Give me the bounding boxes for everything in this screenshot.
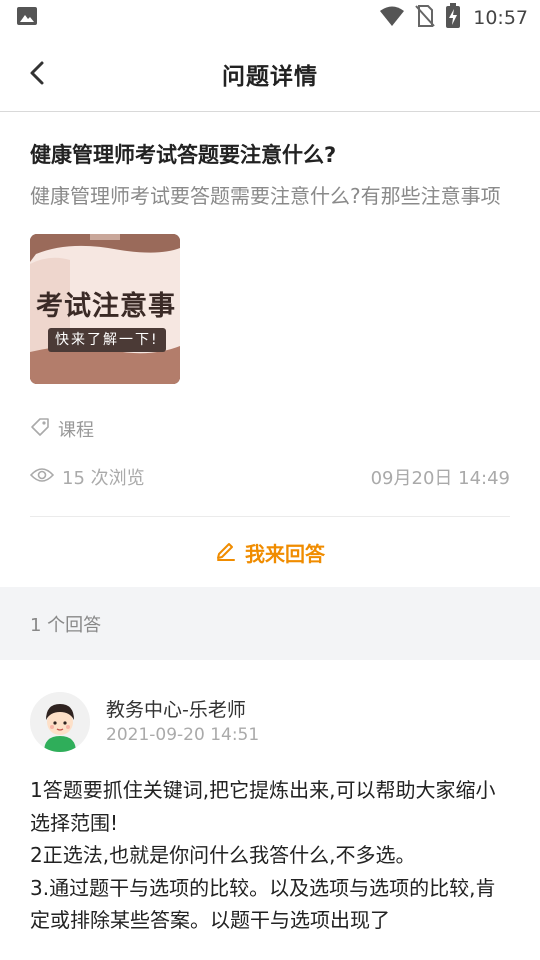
- question-detail-page: 10:57 问题详情 健康管理师考试答题要注意什么? 健康管理师考试要答题需要注…: [0, 0, 540, 960]
- answer-item: 教务中心-乐老师 2021-09-20 14:51 1答题要抓住关键词,把它提炼…: [0, 660, 540, 937]
- answer-author[interactable]: 教务中心-乐老师 2021-09-20 14:51: [30, 692, 510, 752]
- question-meta: 15 次浏览 09月20日 14:49: [29, 464, 510, 490]
- image-icon: [16, 5, 38, 31]
- answers-count-label: 1 个回答: [30, 614, 102, 636]
- answer-button-label: 我来回答: [245, 541, 325, 566]
- answer-paragraph: 1答题要抓住关键词,把它提炼出来,可以帮助大家缩小选择范围!: [30, 778, 496, 835]
- question-time: 09月20日 14:49: [370, 468, 510, 489]
- page-title: 问题详情: [222, 63, 318, 90]
- tag-icon: [30, 417, 50, 442]
- answer-time: 2021-09-20 14:51: [106, 725, 260, 745]
- answers-count-header: 1 个回答: [0, 587, 540, 660]
- tag-label: 课程: [58, 420, 94, 441]
- status-time: 10:57: [473, 7, 528, 29]
- answer-paragraph: 2正选法,也就是你问什么我答什么,不多选。: [30, 843, 416, 867]
- eye-icon: [29, 466, 55, 489]
- pencil-icon: [215, 539, 237, 566]
- question-description: 健康管理师考试要答题需要注意什么?有那些注意事项: [30, 184, 501, 208]
- image-subline: 快来了解一下!: [48, 328, 166, 352]
- view-count-label: 15 次浏览: [62, 468, 145, 489]
- chevron-left-icon: [29, 60, 45, 90]
- nav-bar: 问题详情: [0, 36, 540, 112]
- question-title: 健康管理师考试答题要注意什么?: [30, 143, 337, 167]
- question-tag[interactable]: 课程: [30, 416, 510, 442]
- no-sim-icon: [415, 4, 435, 32]
- wifi-icon: [379, 5, 405, 31]
- image-headline: 考试注意事: [36, 291, 176, 322]
- back-button[interactable]: [22, 58, 52, 92]
- question-image[interactable]: 考试注意事 快来了解一下!: [30, 234, 180, 384]
- answer-content: 1答题要抓住关键词,把它提炼出来,可以帮助大家缩小选择范围! 2正选法,也就是你…: [30, 774, 510, 937]
- battery-charging-icon: [445, 3, 461, 33]
- avatar[interactable]: [30, 692, 90, 752]
- question-section: 健康管理师考试答题要注意什么? 健康管理师考试要答题需要注意什么?有那些注意事项…: [0, 112, 540, 490]
- author-name: 教务中心-乐老师: [106, 699, 246, 721]
- answer-button[interactable]: 我来回答: [0, 517, 540, 587]
- answer-paragraph: 3.通过题干与选项的比较。以及选项与选项的比较,肯定或排除某些答案。以题干与选项…: [30, 875, 496, 933]
- author-info: 教务中心-乐老师 2021-09-20 14:51: [106, 697, 259, 747]
- view-count: 15 次浏览: [29, 464, 145, 490]
- status-bar: 10:57: [0, 0, 540, 36]
